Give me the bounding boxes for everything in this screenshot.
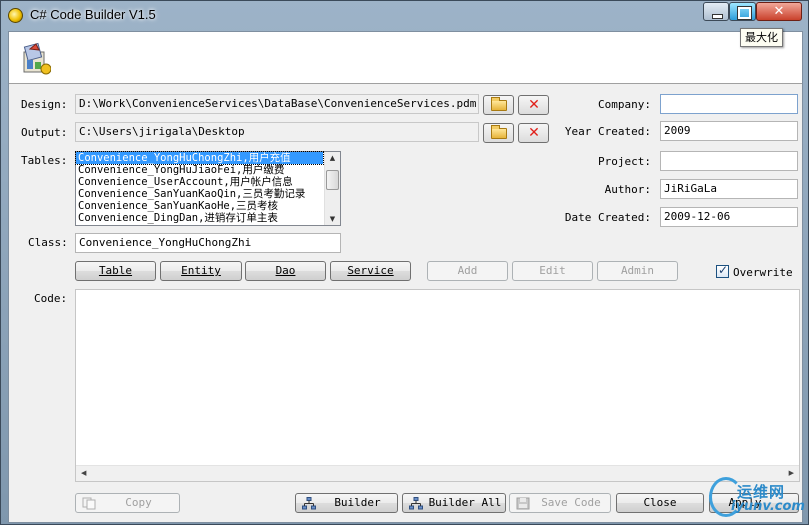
table-list-item[interactable]: Convenience_YongHuChongZhi,用户充值 xyxy=(75,151,324,165)
title-bar[interactable]: C# Code Builder V1.5 ✕ xyxy=(1,1,808,31)
scroll-thumb[interactable] xyxy=(326,170,339,190)
class-field[interactable]: Convenience_YongHuChongZhi xyxy=(75,233,341,253)
save-code-button[interactable]: Save Code xyxy=(509,493,611,513)
site-watermark: 运维网 iyunv.com xyxy=(701,477,805,517)
tables-label: Tables: xyxy=(21,154,68,167)
table-button[interactable]: Table xyxy=(75,261,156,281)
table-list-item[interactable]: Convenience_YongHuJiaoFei,用户缴费 xyxy=(76,164,323,176)
save-icon xyxy=(516,497,530,510)
scroll-up-icon[interactable]: ▲ xyxy=(325,152,340,164)
table-list-item[interactable]: Convenience_SanYuanKaoHe,三员考核 xyxy=(76,200,323,212)
design-clear-button[interactable]: ✕ xyxy=(518,95,549,115)
hierarchy-icon xyxy=(302,497,316,510)
output-path-field[interactable]: C:\Users\jirigala\Desktop xyxy=(75,122,479,142)
output-browse-button[interactable] xyxy=(483,123,514,143)
minimize-button[interactable] xyxy=(703,2,729,21)
date-created-label: Date Created: xyxy=(564,211,651,224)
author-label: Author: xyxy=(604,183,651,196)
window-title: C# Code Builder V1.5 xyxy=(30,7,156,22)
scroll-left-icon[interactable]: ◀ xyxy=(81,466,86,481)
project-field[interactable] xyxy=(660,151,798,171)
output-label: Output: xyxy=(21,126,68,139)
entity-button[interactable]: Entity xyxy=(160,261,242,281)
project-label: Project: xyxy=(598,155,651,168)
table-list-item[interactable]: Convenience_SanYuanKaoQin,三员考勤记录 xyxy=(76,188,323,200)
overwrite-label: Overwrite xyxy=(733,266,793,279)
close-icon: ✕ xyxy=(773,4,785,19)
year-created-label: Year Created: xyxy=(564,125,651,138)
copy-button[interactable]: Copy xyxy=(75,493,180,513)
service-button[interactable]: Service xyxy=(330,261,411,281)
design-label: Design: xyxy=(21,98,68,111)
class-label: Class: xyxy=(28,236,68,249)
company-label: Company: xyxy=(598,98,651,111)
design-path-field[interactable]: D:\Work\ConvenienceServices\DataBase\Con… xyxy=(75,94,479,114)
close-button[interactable]: Close xyxy=(616,493,704,513)
toolbox-icon xyxy=(23,42,51,75)
watermark-url: iyunv.com xyxy=(731,499,805,514)
app-icon[interactable] xyxy=(8,8,23,23)
close-window-button[interactable]: ✕ xyxy=(756,2,802,21)
folder-open-icon xyxy=(491,97,507,111)
year-created-field[interactable]: 2009 xyxy=(660,121,798,141)
dao-button[interactable]: Dao xyxy=(245,261,326,281)
hierarchy-icon xyxy=(409,497,423,510)
folder-open-icon xyxy=(491,125,507,139)
tables-listbox[interactable]: Convenience_YongHuChongZhi,用户充值 Convenie… xyxy=(75,151,341,226)
tables-scrollbar[interactable]: ▲ ▼ xyxy=(324,152,340,225)
design-browse-button[interactable] xyxy=(483,95,514,115)
edit-button[interactable]: Edit xyxy=(512,261,593,281)
scroll-down-icon[interactable]: ▼ xyxy=(325,213,340,225)
admin-button[interactable]: Admin xyxy=(597,261,678,281)
table-list-item[interactable]: Convenience_UserAccount,用户帐户信息 xyxy=(76,176,323,188)
overwrite-checkbox[interactable] xyxy=(716,263,729,278)
table-list-item[interactable]: Convenience_DingDan,进销存订单主表 xyxy=(76,212,323,224)
main-panel: Design: Output: Tables: Class: Code: D:\… xyxy=(8,31,803,523)
author-field[interactable]: JiRiGaLa xyxy=(660,179,798,199)
red-x-icon: ✕ xyxy=(528,125,540,141)
maximize-button[interactable] xyxy=(729,2,756,21)
code-textarea[interactable]: ◀ ▶ xyxy=(75,289,800,482)
date-created-field[interactable]: 2009-12-06 xyxy=(660,207,798,227)
maximize-tooltip: 最大化 xyxy=(740,28,783,47)
header-banner xyxy=(9,32,802,84)
company-field[interactable] xyxy=(660,94,798,114)
code-horizontal-scrollbar[interactable]: ◀ ▶ xyxy=(76,465,799,481)
builder-all-button[interactable]: Builder All xyxy=(402,493,506,513)
copy-icon xyxy=(82,497,96,510)
add-button[interactable]: Add xyxy=(427,261,508,281)
red-x-icon: ✕ xyxy=(528,97,540,113)
code-label: Code: xyxy=(34,292,68,305)
output-clear-button[interactable]: ✕ xyxy=(518,123,549,143)
app-window: C# Code Builder V1.5 ✕ 最大化 Design: Outpu… xyxy=(0,0,809,525)
builder-button[interactable]: Builder xyxy=(295,493,398,513)
